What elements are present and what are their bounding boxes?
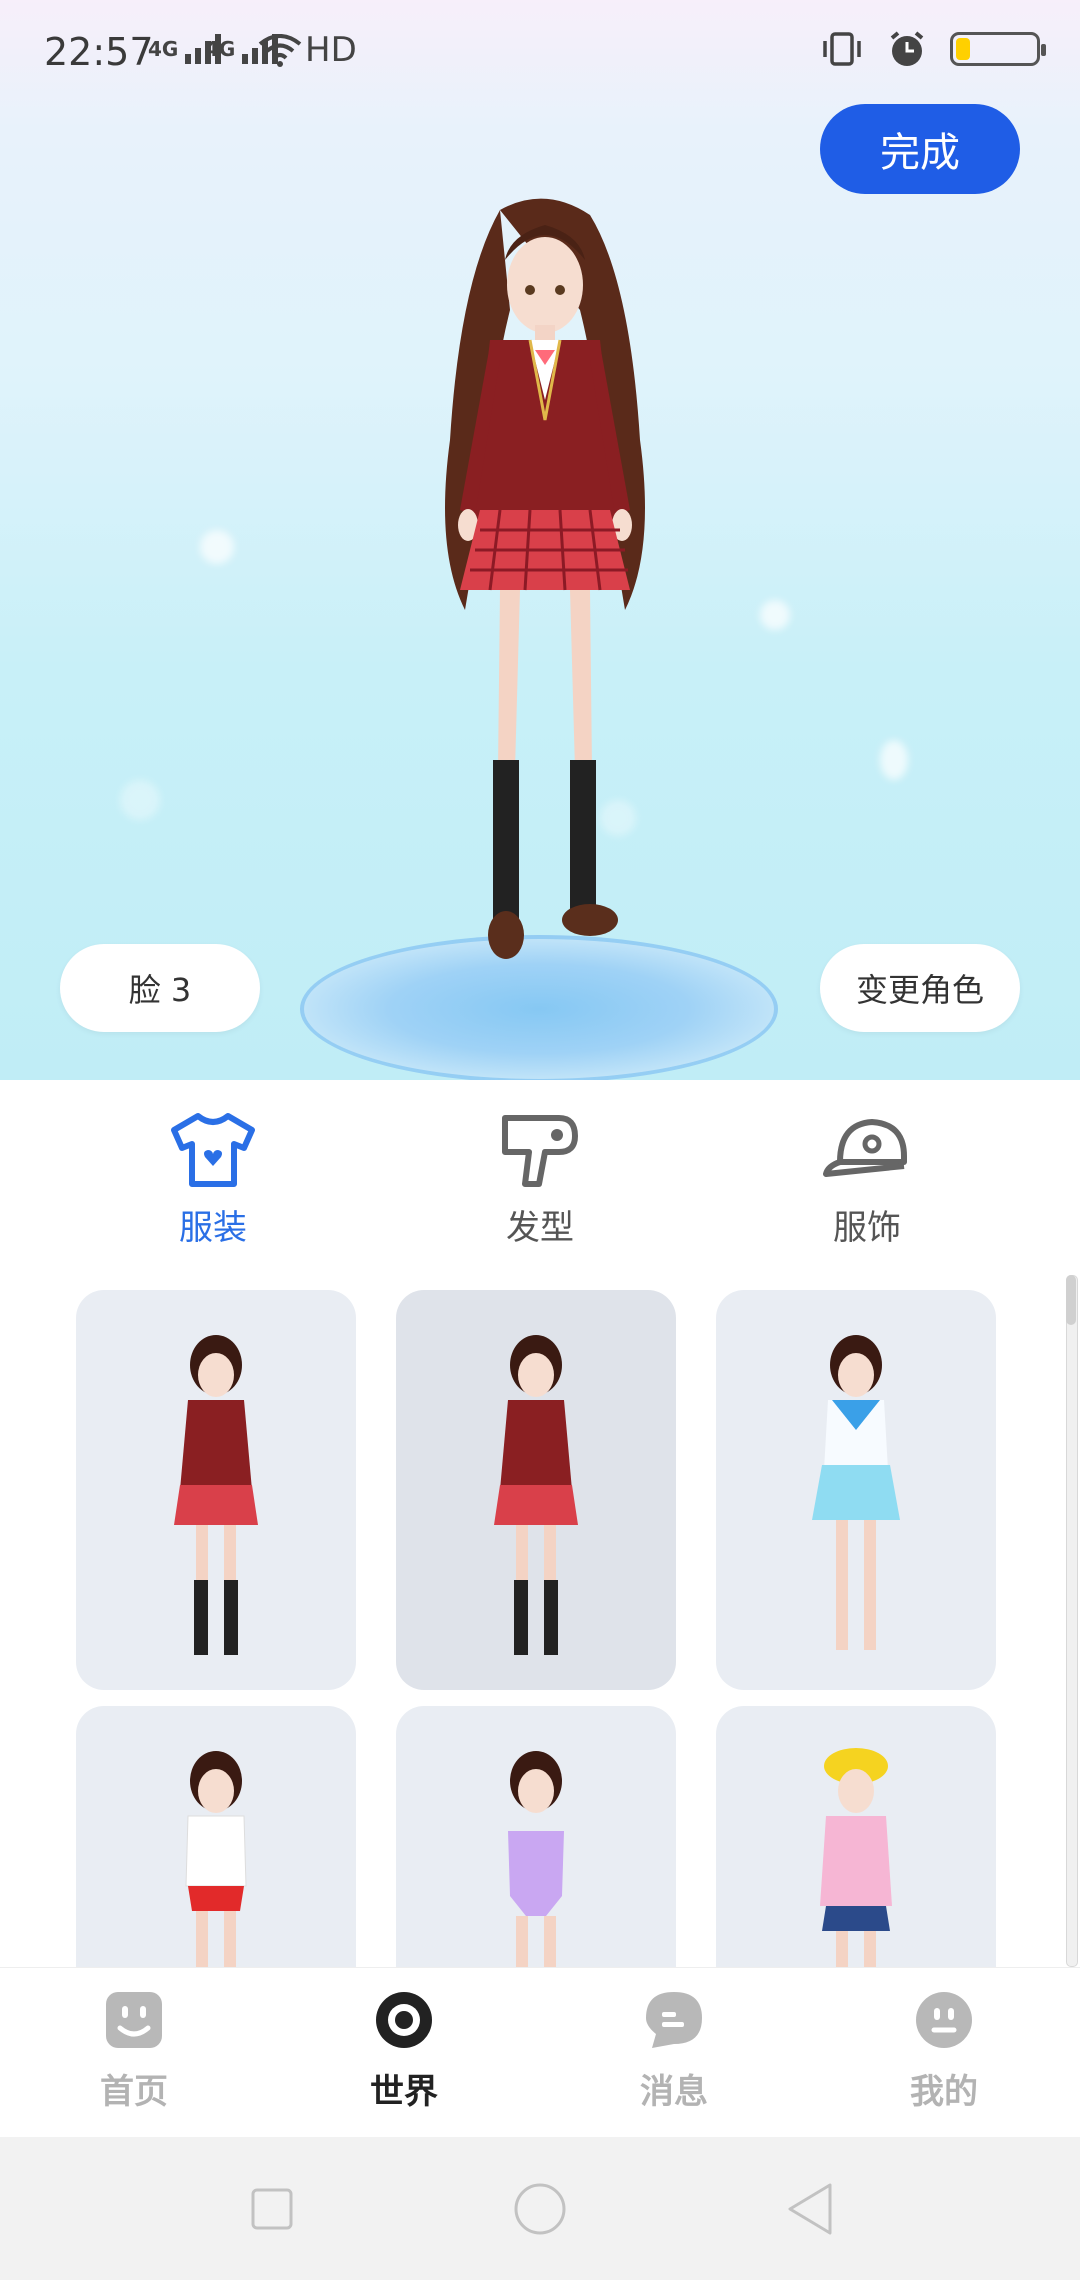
tab-clothing[interactable]: 服装 (143, 1110, 283, 1249)
tab-hairstyle-label: 发型 (506, 1208, 574, 1248)
nav-home[interactable]: 首页 (59, 1988, 209, 2113)
outfit-card-kindergarten[interactable] (716, 1706, 996, 1970)
outfit-thumbnail (508, 1751, 564, 1970)
tab-hairstyle[interactable]: 发型 (470, 1110, 610, 1249)
outfit-thumbnail (494, 1335, 578, 1655)
character-model[interactable] (380, 190, 710, 1010)
nav-mine-label: 我的 (910, 2072, 978, 2112)
status-bar: 22:57 4G 4G HD (0, 0, 1080, 110)
message-bubble-icon (646, 1992, 702, 2048)
outfit-card-red-blazer-alt[interactable] (396, 1290, 676, 1690)
nav-mine[interactable]: 我的 (869, 1988, 1019, 2113)
outfit-card-sailor[interactable] (716, 1290, 996, 1690)
outfit-thumbnail (185, 1751, 247, 1970)
battery-icon (950, 32, 1046, 66)
nav-home-label: 首页 (100, 2072, 168, 2112)
nav-messages-label: 消息 (640, 2072, 708, 2112)
outfit-grid (0, 1270, 1080, 1970)
tab-accessories-label: 服饰 (833, 1208, 901, 1248)
outfit-card-red-blazer[interactable] (76, 1290, 356, 1690)
category-tabs: 服装 发型 服饰 (0, 1080, 1080, 1270)
nav-messages[interactable]: 消息 (599, 1988, 749, 2113)
outfit-card-swimsuit[interactable] (396, 1706, 676, 1970)
vibrate-icon (823, 32, 861, 66)
outfit-thumbnail (174, 1335, 258, 1655)
bottom-nav: 首页 世界 消息 我的 (0, 1967, 1080, 2138)
back-triangle-icon[interactable] (785, 2182, 835, 2236)
character-preview: 22:57 4G 4G HD 完成 脸 3 变更角色 (0, 0, 1080, 1080)
alarm-icon (890, 31, 924, 66)
nav-world[interactable]: 世界 (329, 1988, 479, 2113)
tab-accessories[interactable]: 服饰 (797, 1110, 937, 1249)
scrollbar-thumb[interactable] (1066, 1275, 1076, 1325)
cap-icon (823, 1119, 907, 1177)
nav-world-label: 世界 (370, 2072, 438, 2112)
wifi-icon (258, 34, 302, 67)
world-target-icon (376, 1992, 432, 2048)
status-right (820, 30, 1046, 68)
outfit-thumbnail (812, 1335, 900, 1650)
scrollbar-track[interactable] (1066, 1275, 1078, 1967)
tab-clothing-label: 服装 (179, 1208, 247, 1248)
outfit-thumbnail (820, 1748, 892, 1970)
hair-dryer-icon (502, 1115, 578, 1187)
done-button[interactable]: 完成 (820, 104, 1020, 194)
change-role-button[interactable]: 变更角色 (820, 944, 1020, 1032)
smiley-icon (916, 1992, 972, 2048)
home-circle-icon[interactable] (513, 2182, 567, 2236)
outfit-card-gym[interactable] (76, 1706, 356, 1970)
home-face-icon (106, 1992, 162, 2048)
face-select-button[interactable]: 脸 3 (60, 944, 260, 1032)
status-time: 22:57 (44, 30, 154, 74)
system-navigation-bar (0, 2137, 1080, 2280)
hd-indicator: HD (305, 30, 357, 70)
tshirt-icon (171, 1113, 255, 1187)
recent-apps-icon[interactable] (250, 2187, 294, 2231)
